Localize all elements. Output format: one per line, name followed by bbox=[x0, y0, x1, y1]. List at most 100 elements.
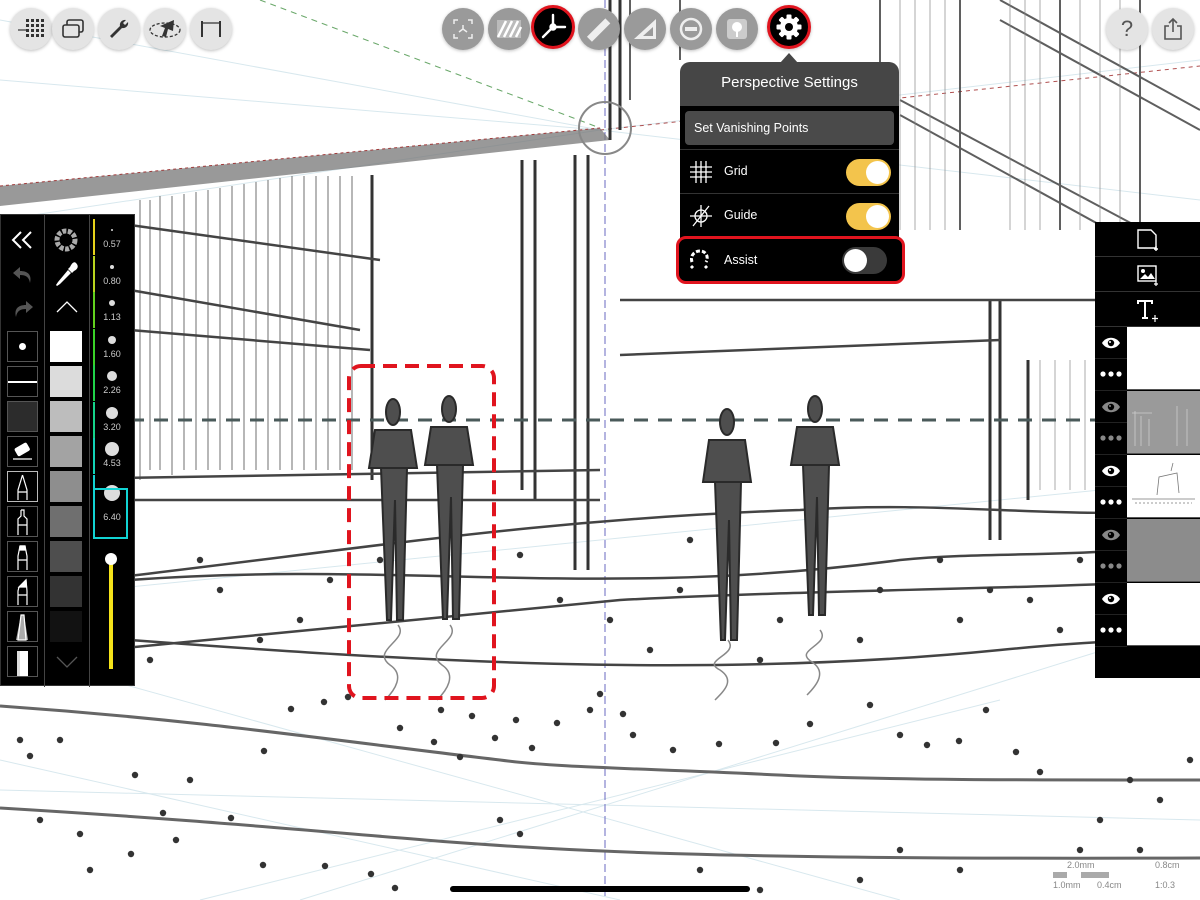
ruler-button[interactable] bbox=[578, 8, 620, 50]
layer-options-button[interactable] bbox=[1095, 487, 1127, 519]
symmetry-button[interactable] bbox=[442, 8, 484, 50]
ground-dot bbox=[1012, 748, 1020, 756]
share-button[interactable] bbox=[1152, 8, 1194, 50]
set-vanishing-points-button[interactable]: Set Vanishing Points bbox=[685, 111, 894, 145]
collapse-icon[interactable] bbox=[11, 231, 35, 249]
brush-preview-dot bbox=[105, 442, 119, 456]
layer-thumbnail[interactable] bbox=[1127, 327, 1200, 390]
gray-swatch[interactable] bbox=[50, 506, 82, 537]
opacity-slider-handle[interactable] bbox=[105, 553, 117, 565]
ground-dot bbox=[512, 716, 520, 724]
gray-swatch[interactable] bbox=[50, 576, 82, 607]
chisel-marker-button[interactable] bbox=[7, 576, 38, 607]
layer-thumbnail[interactable] bbox=[1127, 455, 1200, 518]
eraser-button[interactable] bbox=[7, 436, 38, 467]
pen-button[interactable] bbox=[7, 471, 38, 502]
brush-size-0.57[interactable]: 0.57 bbox=[93, 219, 127, 255]
canvas-layers-button[interactable] bbox=[52, 8, 94, 50]
add-image-button[interactable] bbox=[1095, 257, 1200, 292]
ground-dot bbox=[669, 746, 677, 754]
brush-size-2.26[interactable]: 2.26 bbox=[93, 365, 127, 401]
brush-size-0.80[interactable]: 0.80 bbox=[93, 255, 127, 292]
ground-dot bbox=[956, 866, 964, 874]
gray-swatch[interactable] bbox=[50, 331, 82, 362]
brush-palette: 0.57 0.80 1.13 1.60 2.26 3.20 4.53 6.40 bbox=[0, 214, 135, 687]
ground-dot bbox=[16, 736, 24, 744]
layer-options-button[interactable] bbox=[1095, 423, 1127, 455]
layer-visibility-toggle[interactable] bbox=[1095, 455, 1127, 487]
measure-button[interactable] bbox=[190, 8, 232, 50]
figure-shadows bbox=[383, 624, 823, 701]
stamp-tree-icon bbox=[727, 19, 747, 39]
layer-options-button[interactable] bbox=[1095, 551, 1127, 583]
layer-options-button[interactable] bbox=[1095, 359, 1127, 391]
new-layer-button[interactable] bbox=[1095, 222, 1200, 257]
settings-wrench-button[interactable] bbox=[98, 8, 140, 50]
hatch-button[interactable] bbox=[488, 8, 530, 50]
layer-visibility-toggle[interactable] bbox=[1095, 583, 1127, 615]
ground-dot bbox=[715, 740, 723, 748]
set-square-button[interactable] bbox=[624, 8, 666, 50]
stamp-button[interactable] bbox=[716, 8, 758, 50]
layer-visibility-toggle[interactable] bbox=[1095, 519, 1127, 551]
add-text-button[interactable] bbox=[1095, 292, 1200, 327]
ground-dot bbox=[186, 776, 194, 784]
ground-dot bbox=[260, 747, 268, 755]
scale-top-right: 0.8cm bbox=[1155, 860, 1180, 870]
ground-dot bbox=[1156, 796, 1164, 804]
layer-visibility-toggle[interactable] bbox=[1095, 327, 1127, 359]
grid-toggle[interactable] bbox=[846, 159, 891, 186]
perspective-button[interactable] bbox=[531, 5, 575, 49]
ground-dot bbox=[456, 753, 464, 761]
ellipse-guide-button[interactable] bbox=[670, 8, 712, 50]
assist-toggle[interactable] bbox=[842, 247, 887, 274]
eyedropper-icon[interactable] bbox=[54, 261, 80, 289]
brush-size-4.53[interactable]: 4.53 bbox=[93, 438, 127, 474]
gray-swatch[interactable] bbox=[50, 541, 82, 572]
redo-icon[interactable] bbox=[12, 299, 34, 319]
layer-sketch-preview bbox=[1132, 462, 1195, 504]
brush-size-1.13[interactable]: 1.13 bbox=[93, 292, 127, 328]
marker-button[interactable] bbox=[7, 541, 38, 572]
popover-arrow bbox=[780, 53, 798, 63]
layer-options-button[interactable] bbox=[1095, 615, 1127, 647]
gray-swatch[interactable] bbox=[50, 401, 82, 432]
size-indicator-bar bbox=[93, 401, 95, 438]
dot-brush-button[interactable] bbox=[7, 331, 38, 362]
guide-toggle[interactable] bbox=[846, 203, 891, 230]
undo-icon[interactable] bbox=[12, 265, 34, 285]
gray-swatch[interactable] bbox=[50, 471, 82, 502]
layer-visibility-toggle[interactable] bbox=[1095, 391, 1127, 423]
ground-dot bbox=[1026, 596, 1034, 604]
line-brush-button[interactable] bbox=[7, 366, 38, 397]
gray-swatch[interactable] bbox=[50, 436, 82, 467]
brush-size-3.20[interactable]: 3.20 bbox=[93, 401, 127, 438]
hatch-icon bbox=[496, 20, 522, 38]
scale-bar-small bbox=[1053, 872, 1067, 878]
perspective-settings-button[interactable] bbox=[767, 5, 811, 49]
gray-swatch[interactable] bbox=[50, 366, 82, 397]
drawing-canvas[interactable] bbox=[0, 0, 1200, 900]
layer-thumbnail[interactable] bbox=[1127, 391, 1200, 454]
help-button[interactable]: ? bbox=[1106, 8, 1148, 50]
pencil-button[interactable] bbox=[7, 646, 38, 677]
opacity-slider[interactable] bbox=[109, 557, 113, 669]
fineliner-button[interactable] bbox=[7, 506, 38, 537]
gray-swatch[interactable] bbox=[50, 611, 82, 642]
scroll-up-icon[interactable] bbox=[55, 300, 79, 314]
ground-dot bbox=[528, 744, 536, 752]
transform-button[interactable] bbox=[144, 8, 186, 50]
scroll-down-icon[interactable] bbox=[55, 655, 79, 669]
brush-size-1.60[interactable]: 1.60 bbox=[93, 328, 127, 365]
layer-thumbnail[interactable] bbox=[1127, 519, 1200, 582]
ground-dot bbox=[986, 586, 994, 594]
fill-brush-button[interactable] bbox=[7, 401, 38, 432]
grid-label: Grid bbox=[724, 164, 748, 178]
ground-dot bbox=[26, 752, 34, 760]
layer-thumbnail[interactable] bbox=[1127, 583, 1200, 646]
grid-menu-button[interactable] bbox=[10, 8, 52, 50]
ground-dot bbox=[982, 706, 990, 714]
airbrush-button[interactable] bbox=[7, 611, 38, 642]
ground-dot bbox=[1136, 846, 1144, 854]
color-wheel-icon[interactable] bbox=[54, 228, 78, 252]
